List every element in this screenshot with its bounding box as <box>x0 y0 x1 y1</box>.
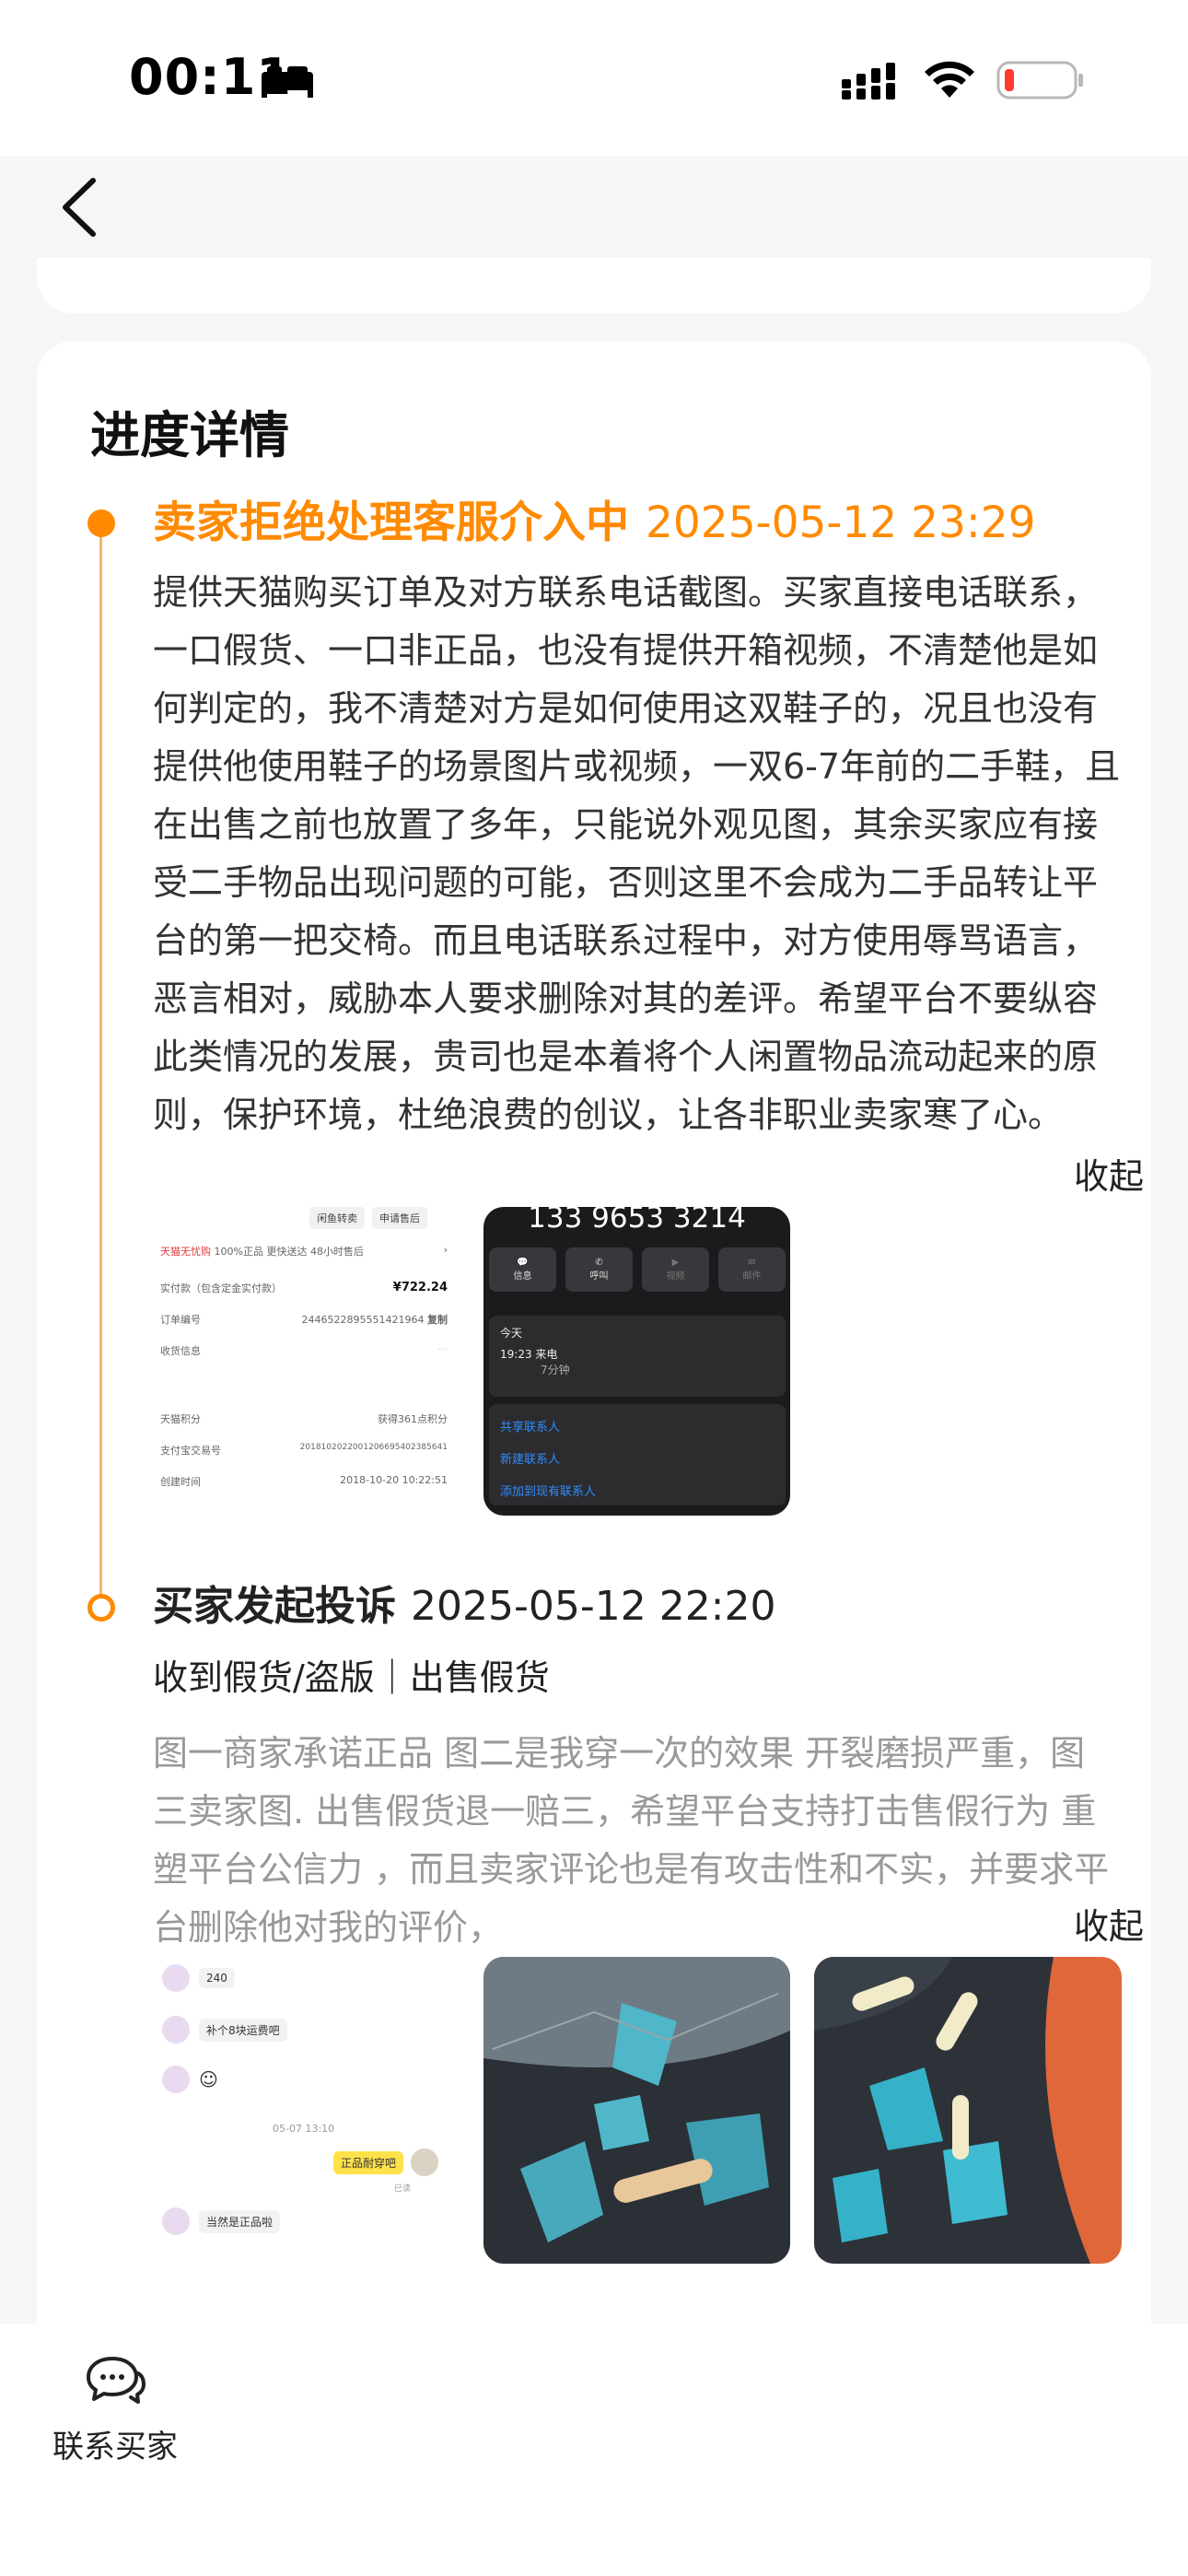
thumb-alipay-value: 2018102022001206695402385641 <box>299 1443 448 1452</box>
thumb-created-value: 2018-10-20 10:22:51 <box>340 1474 448 1486</box>
chat-bubble-icon <box>87 2357 146 2404</box>
avatar <box>162 2207 190 2235</box>
thumb-call-button: ✆ 呼叫 <box>565 1247 633 1292</box>
event-2-header: 买家发起投诉 2025-05-12 22:20 <box>153 1577 776 1636</box>
thumb-call-type: 来电 <box>535 1348 558 1361</box>
thumb-paid-value: ¥722.24 <box>392 1281 448 1294</box>
thumb-chat-msg-1: 240 <box>199 1968 235 1988</box>
thumb-call-history: 今天 19:23 来电 7分钟 <box>489 1316 786 1397</box>
thumb-order-no-value: 2446522895551421964 <box>301 1314 425 1326</box>
thumb-shop: 天猫无忧购 <box>160 1246 211 1258</box>
thumb-tab-resell: 闲鱼转卖 <box>309 1207 365 1229</box>
thumb-action-add: 添加到现有联系人 <box>500 1485 597 1499</box>
event-1-description: 提供天猫购买订单及对方联系电话截图。买家直接电话联系，一口假货、一口非正品，也没… <box>153 572 1121 1135</box>
contact-buyer-button[interactable]: 联系买家 <box>46 2353 184 2473</box>
timeline-dot-past <box>87 1594 115 1622</box>
thumb-address-label: 收货信息 <box>160 1345 201 1357</box>
event-2-title: 买家发起投诉 <box>153 1583 396 1630</box>
thumb-chat-stamp: 05-07 13:10 <box>273 2123 335 2135</box>
cellular-signal-icon <box>842 63 895 100</box>
thumb-tab-aftersale: 申请售后 <box>372 1207 427 1229</box>
timeline-dot-current <box>87 509 115 537</box>
thumb-paid-label: 实付款（包含定金实付款） <box>160 1282 282 1294</box>
thumb-mail-label: 邮件 <box>742 1271 762 1282</box>
thumb-copy: 复制 <box>427 1314 448 1326</box>
back-button[interactable] <box>46 166 111 249</box>
thumb-message-button: 💬 信息 <box>489 1247 556 1292</box>
mail-icon: ✉ <box>748 1258 756 1268</box>
previous-card <box>37 258 1151 313</box>
seller-sole-photo-thumbnail[interactable] <box>814 1957 1122 2264</box>
status-bar: 00:11 <box>0 0 1188 157</box>
thumb-phone-number: 133 9653 3214 <box>528 1207 746 1235</box>
worn-sole-photo-thumbnail[interactable] <box>483 1957 790 2264</box>
battery-low-icon <box>996 61 1083 100</box>
thumb-call-time: 19:23 <box>500 1348 532 1361</box>
thumb-call-duration: 7分钟 <box>541 1364 570 1376</box>
chat-screenshot-thumbnail[interactable]: 240 补个8块运费吧 ☺ 05-07 13:10 正品耐穿吧 已读 当然是正品… <box>153 1957 455 2264</box>
avatar <box>162 1964 190 1992</box>
thumb-action-share: 共享联系人 <box>500 1421 561 1434</box>
thumb-chat-msg-2: 补个8块运费吧 <box>199 2018 287 2042</box>
avatar <box>162 2016 190 2043</box>
message-icon: 💬 <box>517 1258 529 1268</box>
contact-buyer-label: 联系买家 <box>52 2429 178 2465</box>
event-2-date: 2025-05-12 22:20 <box>411 1583 776 1630</box>
thumb-chat-mine: 正品耐穿吧 <box>333 2150 404 2174</box>
avatar <box>411 2149 439 2176</box>
thumb-video-label: 视频 <box>666 1271 685 1282</box>
thumb-chat-read: 已读 <box>394 2184 412 2194</box>
thumb-shop-note: 100%正品 更快送达 48小时售后 <box>214 1246 364 1258</box>
event-1-date: 2025-05-12 23:29 <box>646 498 1036 548</box>
wifi-icon <box>925 61 974 98</box>
thumb-action-new: 新建联系人 <box>500 1453 561 1467</box>
order-screenshot-thumbnail[interactable]: 闲鱼转卖 申请售后 天猫无忧购 100%正品 更快送达 48小时售后 › 实付款（… <box>153 1207 455 1516</box>
event-2-description: 图一商家承诺正品 图二是我穿一次的效果 开裂磨损严重，图三卖家图. 出售假货退一… <box>153 1733 1110 1948</box>
phone-icon: ✆ <box>595 1258 603 1268</box>
event-1-collapse-button[interactable]: 收起 <box>1074 1152 1144 1201</box>
thumb-points-value: 获得361点积分 <box>378 1413 448 1425</box>
thumb-call-label: 呼叫 <box>589 1271 609 1282</box>
video-icon: ▶ <box>671 1258 680 1268</box>
thumb-video-button: ▶ 视频 <box>642 1247 709 1292</box>
thumb-contact-actions: 共享联系人 新建联系人 添加到现有联系人 <box>489 1404 786 1505</box>
thumb-message-label: 信息 <box>513 1271 532 1282</box>
thumb-order-no-label: 订单编号 <box>160 1314 201 1326</box>
phone-screenshot-thumbnail[interactable]: 133 9653 3214 💬 信息 ✆ 呼叫 ▶ 视频 ✉ 邮件 今天 19:23 来… <box>483 1207 790 1516</box>
thumb-today: 今天 <box>500 1327 523 1340</box>
thumb-mail-button: ✉ 邮件 <box>718 1247 786 1292</box>
avatar <box>162 2066 190 2093</box>
chevron-left-icon <box>63 178 96 237</box>
section-title: 进度详情 <box>90 406 289 464</box>
event-2-reason: 收到假货/盗版｜出售假货 <box>153 1657 550 1698</box>
emoji-icon: ☺ <box>199 2068 218 2090</box>
event-1-header: 卖家拒绝处理客服介入中 2025-05-12 23:29 <box>153 494 1036 553</box>
bed-icon <box>262 66 313 98</box>
thumb-alipay-label: 支付宝交易号 <box>160 1445 221 1457</box>
thumb-created-label: 创建时间 <box>160 1476 201 1488</box>
timeline-line <box>99 523 102 1609</box>
thumb-chat-msg-4: 当然是正品啦 <box>199 2209 281 2233</box>
thumb-points-label: 天猫积分 <box>160 1413 201 1425</box>
event-1-title: 卖家拒绝处理客服介入中 <box>153 498 629 548</box>
event-2-collapse-button[interactable]: 收起 <box>1074 1902 1144 1951</box>
